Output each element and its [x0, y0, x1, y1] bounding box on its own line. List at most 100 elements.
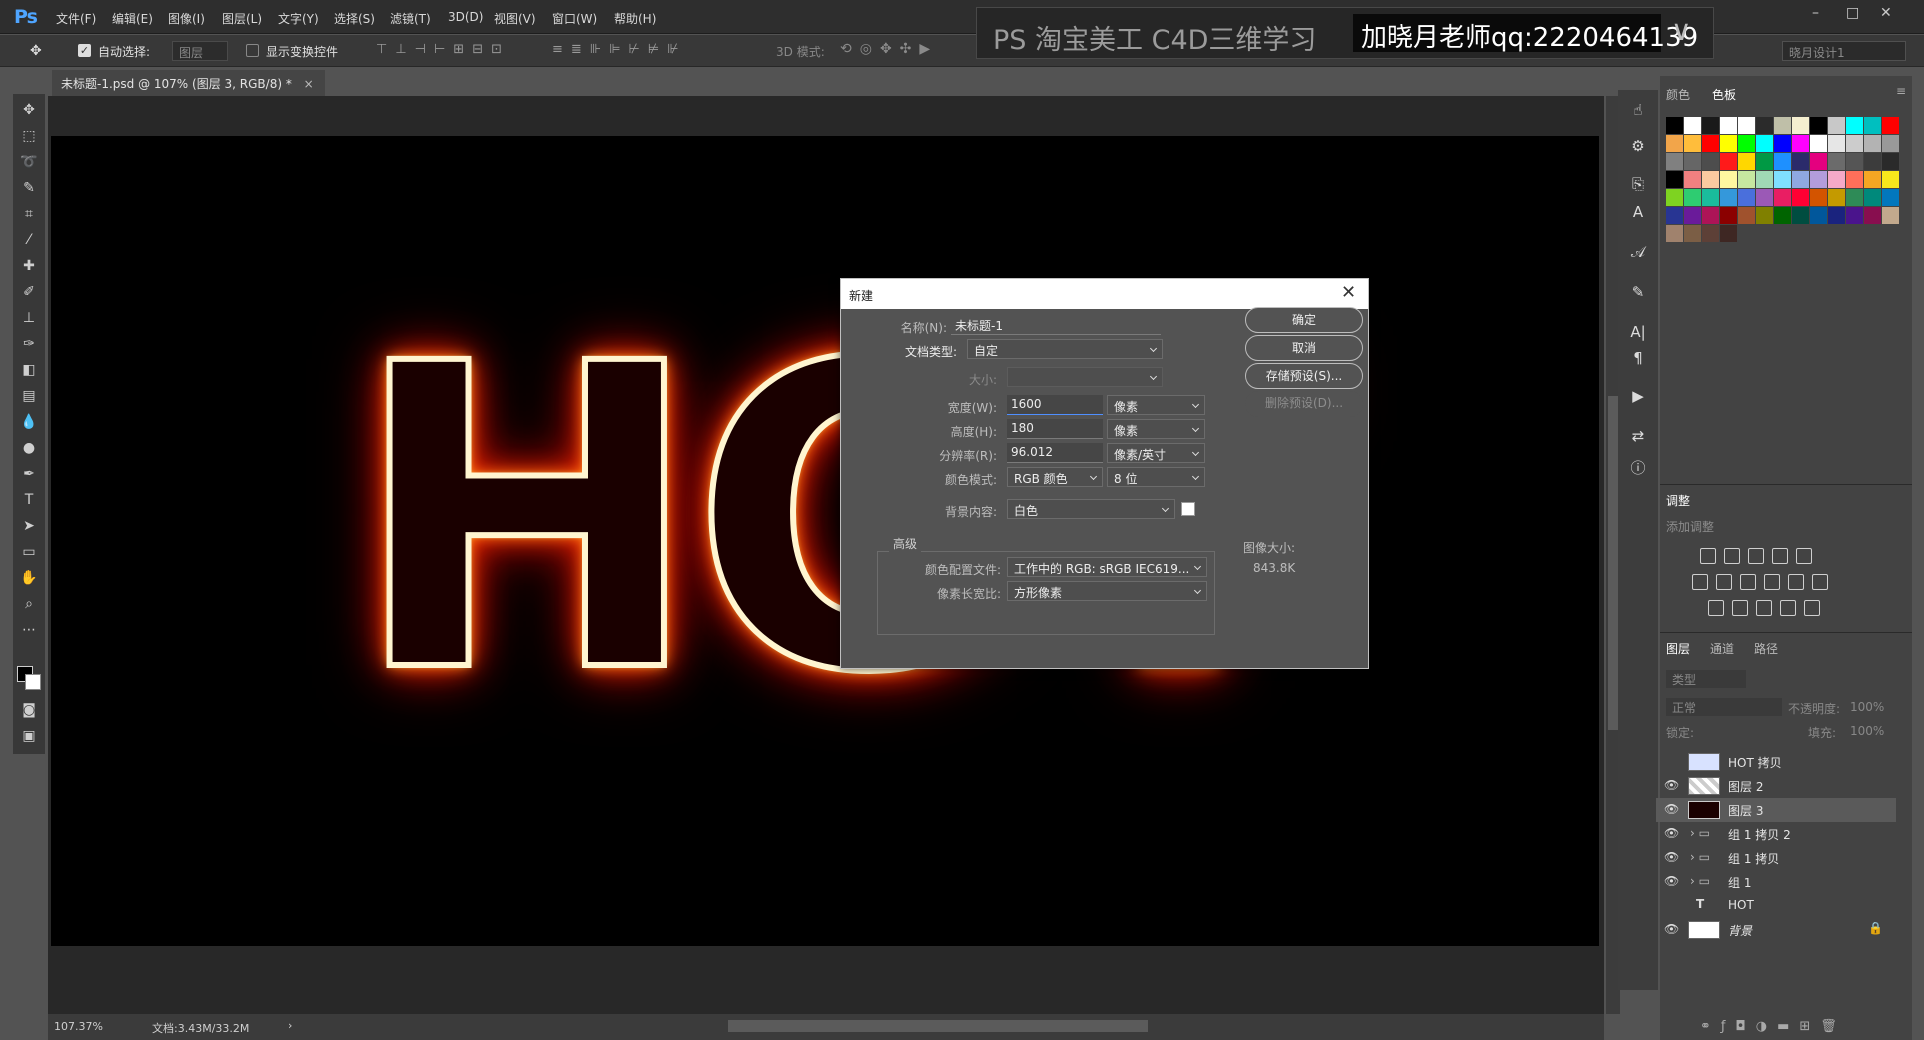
move-tool-icon[interactable]: ✥: [13, 98, 45, 122]
color-swatch[interactable]: [1792, 189, 1809, 206]
color-swatch[interactable]: [1720, 207, 1737, 224]
color-swatch[interactable]: [1720, 225, 1737, 242]
color-swatch[interactable]: [1720, 171, 1737, 188]
cancel-button[interactable]: 取消: [1245, 335, 1363, 361]
3d-mode-icons[interactable]: ⟲◎✥✣▶: [840, 41, 938, 57]
layer-actions-icons[interactable]: ⚭ƒ◘◑▬⊞🗑: [1700, 1019, 1847, 1034]
menu-view[interactable]: 视图(V): [494, 10, 536, 27]
color-swatch[interactable]: [1738, 171, 1755, 188]
brush-tool-icon[interactable]: ✐: [13, 280, 45, 304]
quick-mask-icon[interactable]: ◙: [13, 698, 45, 722]
opacity-value[interactable]: 100%: [1850, 700, 1884, 714]
color-swatch[interactable]: [1738, 207, 1755, 224]
resolution-field[interactable]: 96.012: [1007, 443, 1103, 463]
layer-row[interactable]: 👁 背景 🔒: [1656, 918, 1896, 942]
color-swatch[interactable]: [1774, 135, 1791, 152]
close-icon[interactable]: ✕: [1341, 282, 1356, 303]
layer-row[interactable]: HOT 拷贝: [1656, 750, 1896, 774]
color-swatch[interactable]: [1792, 135, 1809, 152]
swatch-grid[interactable]: [1654, 117, 1899, 317]
color-swatch[interactable]: [1846, 189, 1863, 206]
color-swatch[interactable]: [1882, 171, 1899, 188]
advanced-label[interactable]: 高级: [889, 535, 922, 552]
panel-menu-icon[interactable]: ≡: [1896, 84, 1906, 98]
gradient-tool-icon[interactable]: ▤: [13, 384, 45, 408]
color-swatch[interactable]: [1756, 189, 1773, 206]
properties-icon[interactable]: ⚙: [1626, 134, 1650, 158]
color-swatch[interactable]: [1828, 171, 1845, 188]
menu-filter[interactable]: 滤镜(T): [390, 10, 431, 27]
color-swatch[interactable]: [1756, 153, 1773, 170]
color-swatch[interactable]: [1720, 189, 1737, 206]
layer-select-dropdown[interactable]: 图层: [172, 41, 228, 61]
color-swatch[interactable]: [1864, 117, 1881, 134]
menu-file[interactable]: 文件(F): [56, 10, 96, 27]
height-unit-dropdown[interactable]: 像素: [1107, 419, 1205, 439]
distribute-icons[interactable]: ≡≣⊪⊫⊬⊭⊮: [552, 42, 686, 57]
color-swatch[interactable]: [1738, 117, 1755, 134]
layer-row[interactable]: 👁 图层 2: [1656, 774, 1896, 798]
color-swatch[interactable]: [1666, 189, 1683, 206]
color-swatch[interactable]: [1738, 153, 1755, 170]
document-tab[interactable]: 未标题-1.psd @ 107% (图层 3, RGB/8) * ×: [52, 70, 325, 96]
pixel-aspect-dropdown[interactable]: 方形像素: [1007, 581, 1207, 601]
eraser-tool-icon[interactable]: ◧: [13, 358, 45, 382]
layer-row[interactable]: 👁 › ▭ 组 1 拷贝 2: [1656, 822, 1896, 846]
close-tab-icon[interactable]: ×: [304, 77, 314, 91]
marquee-tool-icon[interactable]: ⬚: [13, 124, 45, 148]
color-swatch[interactable]: [1828, 153, 1845, 170]
color-swatch[interactable]: [1846, 153, 1863, 170]
background-dropdown[interactable]: 白色: [1007, 499, 1175, 519]
zoom-tool-icon[interactable]: ⌕: [13, 592, 45, 616]
color-swatch[interactable]: [1864, 189, 1881, 206]
close-window-icon[interactable]: ✕: [1880, 5, 1892, 21]
tab-paths[interactable]: 路径: [1754, 640, 1778, 657]
color-swatch[interactable]: [1810, 135, 1827, 152]
clone-stamp-tool-icon[interactable]: ⊥: [13, 306, 45, 330]
color-swatch[interactable]: [1702, 135, 1719, 152]
color-profile-dropdown[interactable]: 工作中的 RGB: sRGB IEC619...: [1007, 557, 1207, 577]
eyedropper-tool-icon[interactable]: ⁄: [13, 228, 45, 252]
resolution-unit-dropdown[interactable]: 像素/英寸: [1107, 443, 1205, 463]
color-swatch[interactable]: [1792, 171, 1809, 188]
color-swatch[interactable]: [1666, 171, 1683, 188]
eye-icon[interactable]: 👁: [1664, 850, 1679, 864]
color-swatch[interactable]: [1756, 171, 1773, 188]
layer-kind-filter[interactable]: 类型: [1666, 670, 1746, 688]
color-swatch[interactable]: [1684, 135, 1701, 152]
color-swatch[interactable]: [1756, 207, 1773, 224]
name-field[interactable]: 未标题-1: [951, 315, 1161, 335]
menu-window[interactable]: 窗口(W): [552, 10, 597, 27]
paragraph-icon[interactable]: ¶: [1626, 346, 1650, 370]
color-swatch[interactable]: [1774, 171, 1791, 188]
color-swatch[interactable]: [1666, 117, 1683, 134]
hand-icon[interactable]: ☝: [1626, 98, 1650, 122]
fill-value[interactable]: 100%: [1850, 724, 1884, 738]
ok-button[interactable]: 确定: [1245, 307, 1363, 333]
menu-select[interactable]: 选择(S): [334, 10, 375, 27]
maximize-icon[interactable]: □: [1846, 5, 1859, 21]
color-swatch[interactable]: [1846, 171, 1863, 188]
color-swatch[interactable]: [1810, 153, 1827, 170]
color-swatch[interactable]: [1828, 117, 1845, 134]
blur-tool-icon[interactable]: 💧: [13, 410, 45, 434]
eye-icon[interactable]: 👁: [1664, 922, 1679, 936]
hand-tool-icon[interactable]: ✋: [13, 566, 45, 590]
character-panel-icon[interactable]: A|: [1626, 320, 1650, 344]
bit-depth-dropdown[interactable]: 8 位: [1107, 467, 1205, 487]
layer-row-selected[interactable]: 👁 图层 3: [1656, 798, 1896, 822]
color-swatch[interactable]: [1810, 171, 1827, 188]
workspace-dropdown[interactable]: 晓月设计1: [1782, 41, 1906, 61]
height-field[interactable]: 180: [1007, 419, 1103, 439]
crop-tool-icon[interactable]: ⌗: [13, 202, 45, 226]
history-icon[interactable]: ⇄: [1626, 424, 1650, 448]
color-swatch[interactable]: [1720, 117, 1737, 134]
color-swatch[interactable]: [1846, 207, 1863, 224]
color-swatch[interactable]: [1846, 117, 1863, 134]
layer-row[interactable]: 👁 › ▭ 组 1: [1656, 870, 1896, 894]
color-swatch[interactable]: [1864, 171, 1881, 188]
color-mode-dropdown[interactable]: RGB 颜色: [1007, 467, 1103, 487]
color-swatch[interactable]: [1666, 225, 1683, 242]
background-color-swatch[interactable]: [25, 674, 41, 690]
color-swatch[interactable]: [1684, 207, 1701, 224]
